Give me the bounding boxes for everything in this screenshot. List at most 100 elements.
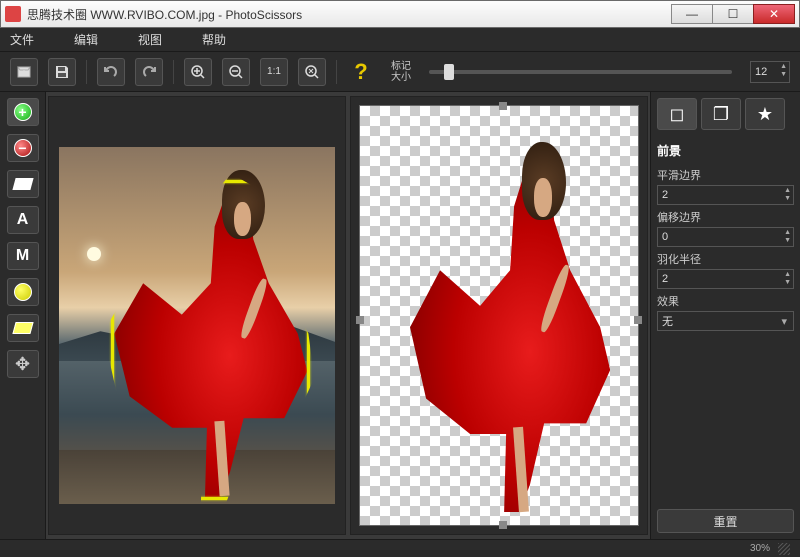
tab-foreground[interactable]: ◻	[657, 98, 697, 130]
tool-sidebar: A M ✥	[0, 92, 46, 539]
zoom-11-icon: 1:1	[267, 66, 281, 77]
spinner-up[interactable]: ▲	[784, 271, 791, 279]
foreground-section-title: 前景	[657, 142, 794, 159]
help-button[interactable]: ?	[347, 58, 375, 86]
minimize-button[interactable]: —	[671, 4, 713, 24]
plus-circle-icon	[14, 103, 32, 121]
zoom-in-icon	[190, 64, 206, 80]
effect-label: 效果	[657, 293, 794, 309]
copy-icon: ❐	[713, 104, 729, 125]
zoom-actual-button[interactable]: 1:1	[260, 58, 288, 86]
app-icon	[5, 6, 21, 22]
crop-handle-bottom[interactable]	[499, 521, 507, 529]
crop-handle-left[interactable]	[356, 316, 364, 324]
menu-view[interactable]: 视图	[138, 31, 162, 48]
marker-size-slider[interactable]	[429, 70, 732, 74]
resize-grip[interactable]	[778, 543, 790, 555]
spinner-down[interactable]: ▼	[784, 195, 791, 203]
separator	[336, 60, 337, 84]
window-controls: — ☐ ✕	[672, 4, 795, 24]
move-tool[interactable]: ✥	[7, 350, 39, 378]
spinner-down[interactable]: ▼	[780, 71, 787, 79]
yellow-eraser-tool[interactable]	[7, 314, 39, 342]
marker-size-value: 12	[755, 66, 767, 78]
letter-a-icon: A	[17, 211, 29, 229]
spinner-arrows: ▲ ▼	[780, 63, 787, 79]
spinner-up[interactable]: ▲	[780, 63, 787, 71]
original-image	[59, 147, 335, 504]
zoom-out-button[interactable]	[222, 58, 250, 86]
marker-size-label: 标记 大小	[391, 61, 411, 83]
settings-tabs: ◻ ❐ ★	[657, 98, 794, 130]
smooth-boundary-input[interactable]: 2 ▲▼	[657, 185, 794, 205]
zoom-fit-button[interactable]	[298, 58, 326, 86]
open-icon	[16, 64, 32, 80]
feather-value: 2	[662, 273, 668, 285]
spinner-down[interactable]: ▼	[784, 237, 791, 245]
menu-bar: 文件 编辑 视图 帮助	[0, 28, 800, 52]
save-button[interactable]	[48, 58, 76, 86]
feather-radius-input[interactable]: 2 ▲▼	[657, 269, 794, 289]
result-panel[interactable]	[350, 96, 648, 535]
add-foreground-tool[interactable]	[7, 98, 39, 126]
menu-help[interactable]: 帮助	[202, 31, 226, 48]
main-area: A M ✥	[0, 92, 800, 539]
zoom-level: 30%	[750, 543, 770, 554]
crop-handle-top[interactable]	[499, 102, 507, 110]
spinner-up[interactable]: ▲	[784, 229, 791, 237]
zoom-out-icon	[228, 64, 244, 80]
menu-file[interactable]: 文件	[10, 31, 34, 48]
close-button[interactable]: ✕	[753, 4, 795, 24]
offset-value: 0	[662, 231, 668, 243]
redo-icon	[141, 64, 157, 80]
minus-circle-icon	[14, 139, 32, 157]
offset-boundary-input[interactable]: 0 ▲▼	[657, 227, 794, 247]
eraser-icon	[12, 178, 33, 190]
zoom-in-button[interactable]	[184, 58, 212, 86]
auto-tool[interactable]: A	[7, 206, 39, 234]
status-bar: 30%	[0, 539, 800, 557]
tab-favorite[interactable]: ★	[745, 98, 785, 130]
window-titlebar: 思腾技术圈 WWW.RVIBO.COM.jpg - PhotoScissors …	[0, 0, 800, 28]
reset-button[interactable]: 重置	[657, 509, 794, 533]
spinner-up[interactable]: ▲	[784, 187, 791, 195]
canvas-area	[46, 92, 650, 539]
crop-handle-right[interactable]	[634, 316, 642, 324]
letter-m-icon: M	[16, 247, 29, 265]
star-icon: ★	[757, 104, 773, 125]
effect-value: 无	[662, 313, 673, 329]
help-icon: ?	[354, 59, 367, 85]
effect-dropdown[interactable]: 无	[657, 311, 794, 331]
slider-thumb[interactable]	[444, 64, 454, 80]
top-toolbar: 1:1 ? 标记 大小 12 ▲ ▼	[0, 52, 800, 92]
selection-outline	[111, 180, 310, 500]
spinner-down[interactable]: ▼	[784, 279, 791, 287]
save-icon	[54, 64, 70, 80]
tab-background[interactable]: ❐	[701, 98, 741, 130]
original-panel[interactable]	[48, 96, 346, 535]
transparency-background	[359, 105, 639, 526]
smooth-value: 2	[662, 189, 668, 201]
undo-button[interactable]	[97, 58, 125, 86]
feather-radius-label: 羽化半径	[657, 251, 794, 267]
manual-tool[interactable]: M	[7, 242, 39, 270]
zoom-fit-icon	[304, 64, 320, 80]
yellow-marker-tool[interactable]	[7, 278, 39, 306]
redo-button[interactable]	[135, 58, 163, 86]
smooth-boundary-label: 平滑边界	[657, 167, 794, 183]
menu-edit[interactable]: 编辑	[74, 31, 98, 48]
offset-boundary-label: 偏移边界	[657, 209, 794, 225]
open-button[interactable]	[10, 58, 38, 86]
square-filled-icon: ◻	[670, 104, 685, 125]
separator	[86, 60, 87, 84]
maximize-button[interactable]: ☐	[712, 4, 754, 24]
remove-background-tool[interactable]	[7, 134, 39, 162]
separator	[173, 60, 174, 84]
window-title: 思腾技术圈 WWW.RVIBO.COM.jpg - PhotoScissors	[27, 6, 672, 23]
undo-icon	[103, 64, 119, 80]
marker-size-spinner[interactable]: 12 ▲ ▼	[750, 61, 790, 83]
reset-label: 重置	[713, 513, 737, 530]
yellow-circle-icon	[14, 283, 32, 301]
eraser-tool[interactable]	[7, 170, 39, 198]
move-icon: ✥	[15, 354, 30, 375]
